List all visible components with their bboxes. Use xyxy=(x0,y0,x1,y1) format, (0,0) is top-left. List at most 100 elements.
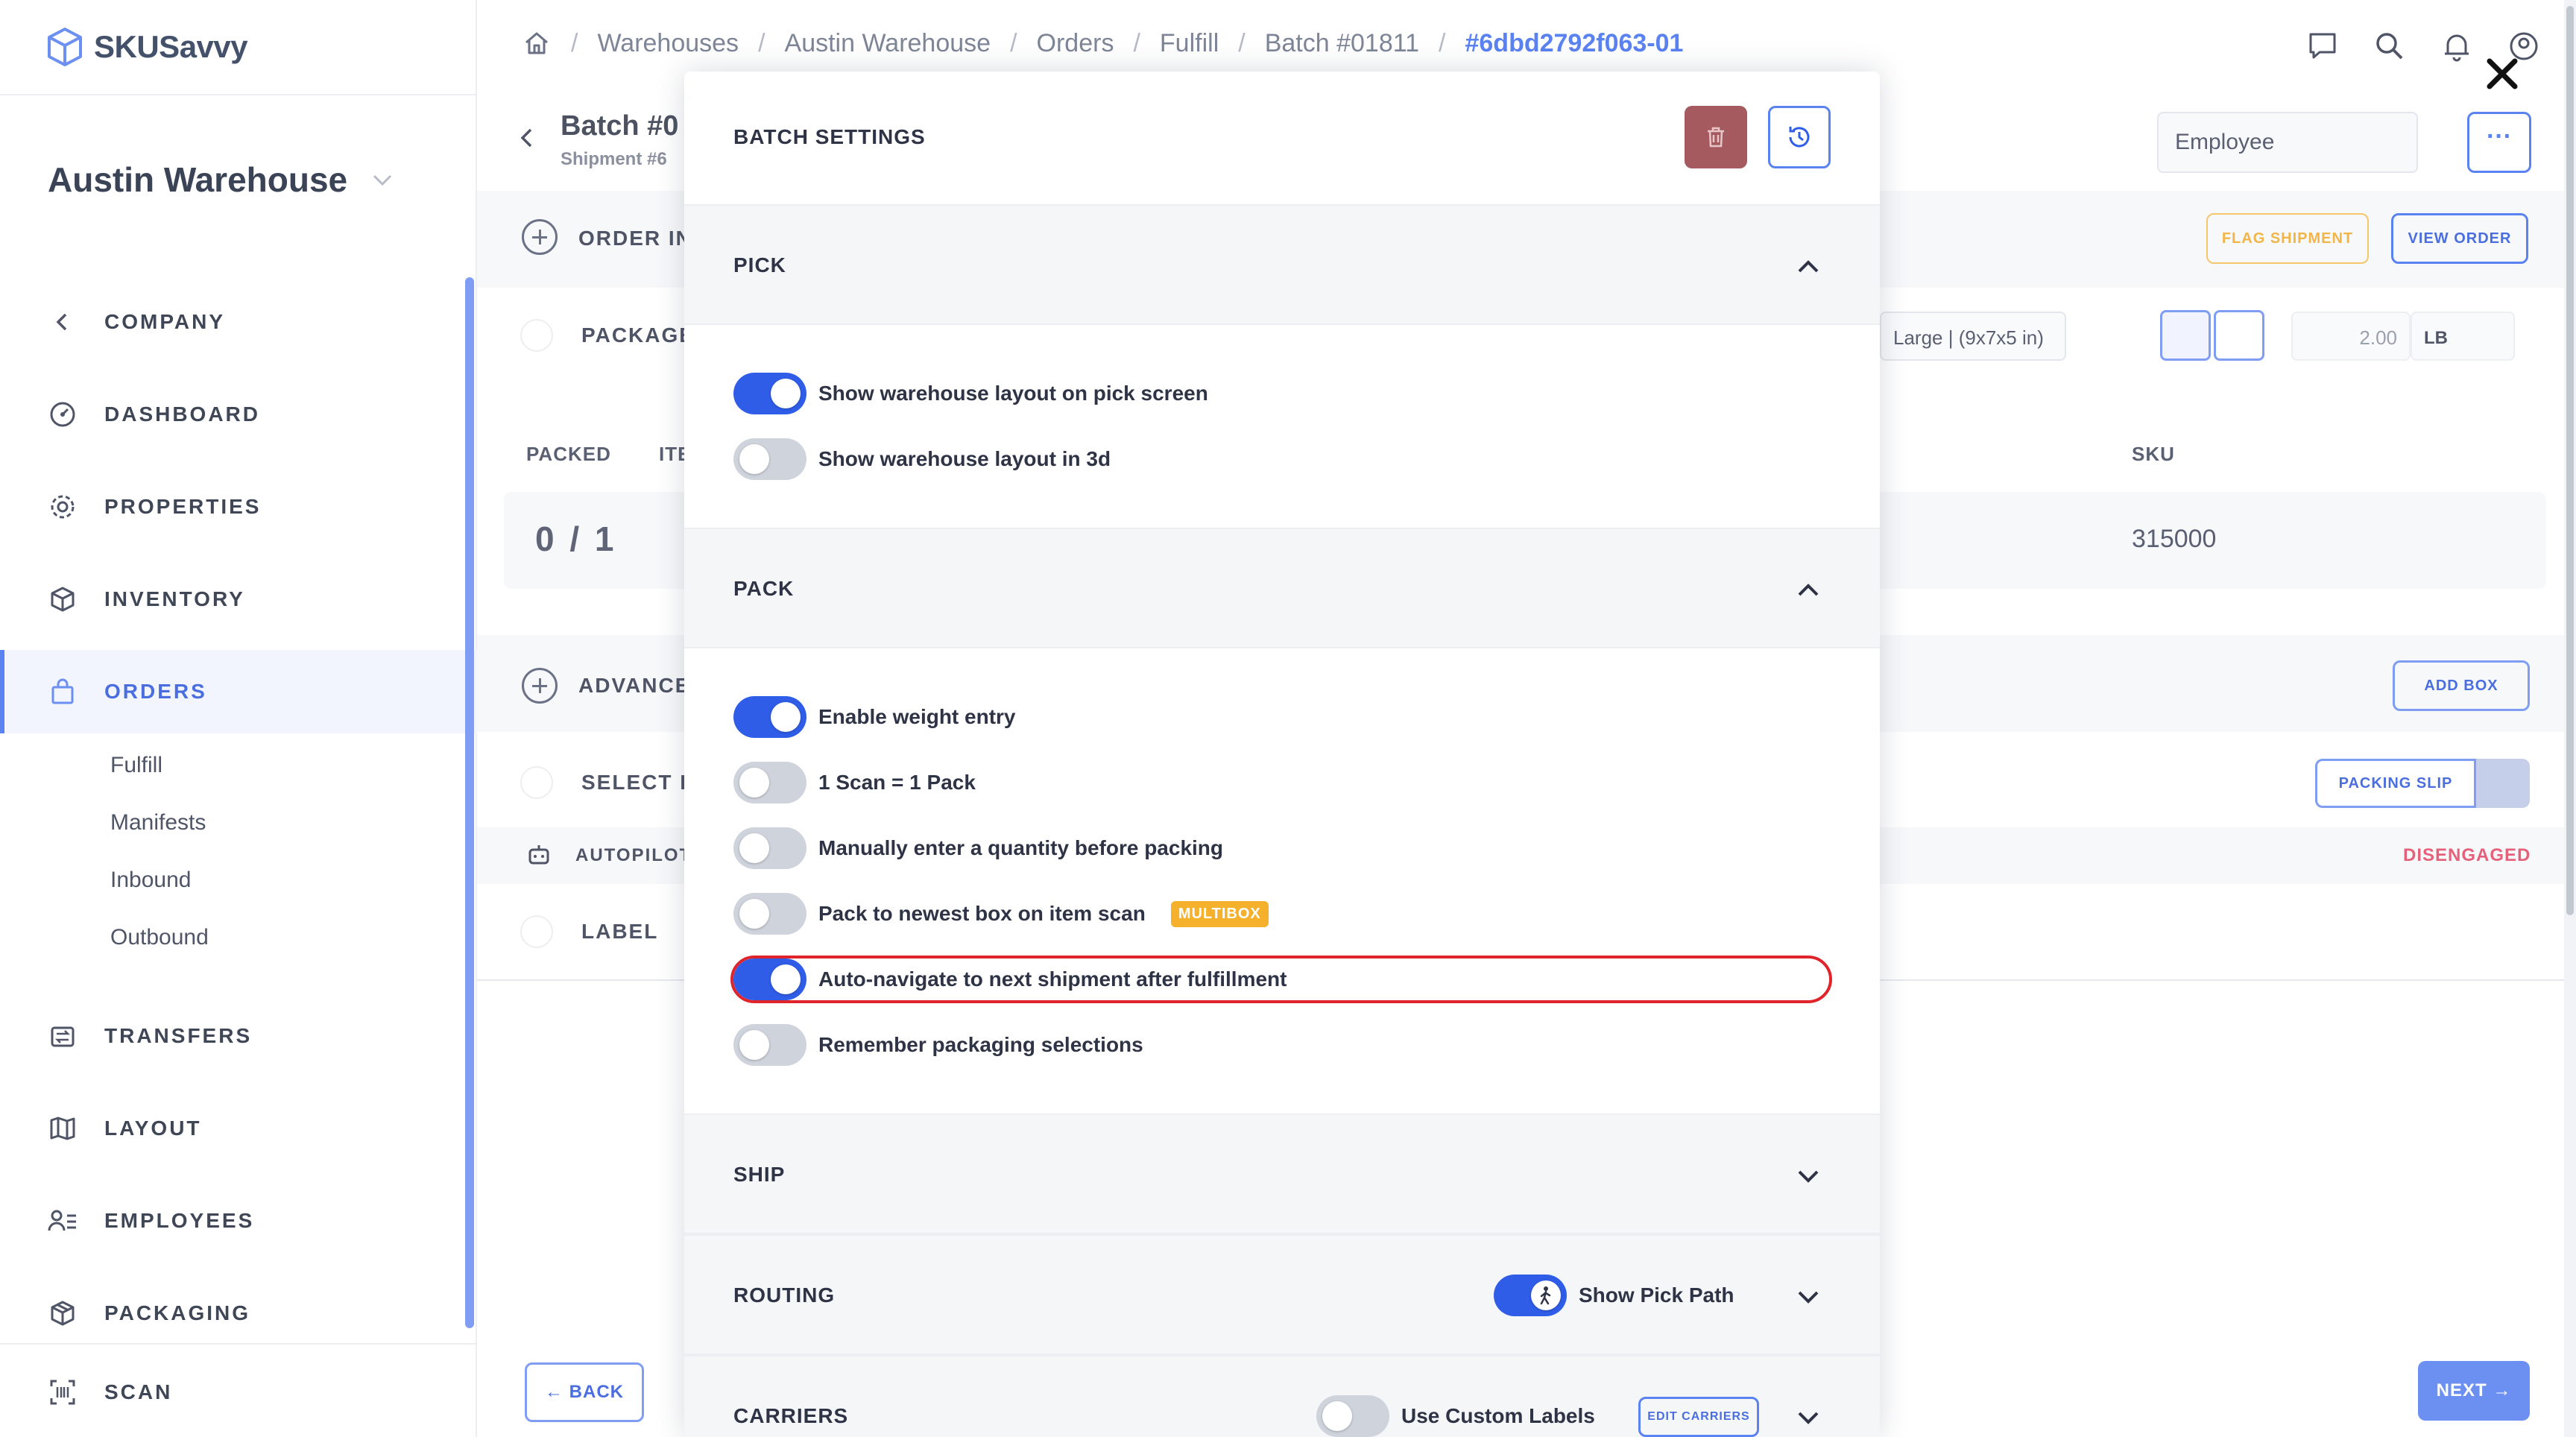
add-box-button[interactable]: ADD BOX xyxy=(2393,660,2530,711)
sidebar-item-orders[interactable]: ORDERS xyxy=(0,650,477,733)
toggle-row[interactable]: 1 Scan = 1 Pack xyxy=(733,760,976,805)
sidebar-item-employees[interactable]: EMPLOYEES xyxy=(0,1179,477,1263)
toggle-row[interactable]: Auto-navigate to next shipment after ful… xyxy=(733,957,1287,1002)
toggle-switch[interactable] xyxy=(733,893,806,935)
flag-shipment-button[interactable]: FLAG SHIPMENT xyxy=(2206,213,2369,264)
main-scrollbar[interactable] xyxy=(2564,0,2576,1437)
breadcrumb-warehouses[interactable]: Warehouses xyxy=(597,29,739,58)
trash-icon xyxy=(1708,127,1724,148)
toggle-switch[interactable] xyxy=(733,827,806,869)
chat-icon[interactable] xyxy=(2306,30,2339,63)
sidebar-item-properties[interactable]: PROPERTIES xyxy=(0,465,477,549)
toggle-row[interactable]: Pack to newest box on item scan MULTIBOX xyxy=(733,891,1269,936)
packed-count: 0 / 1 xyxy=(535,519,617,558)
layout-grid-icon[interactable] xyxy=(2214,310,2264,361)
add-package-icon[interactable] xyxy=(2160,310,2211,361)
advanced-label: ADVANCE xyxy=(578,674,691,697)
breadcrumb-warehouse[interactable]: Austin Warehouse xyxy=(785,29,991,58)
toggle-switch[interactable] xyxy=(733,1024,806,1066)
home-icon[interactable] xyxy=(522,28,552,58)
toggle-row[interactable]: Show warehouse layout in 3d xyxy=(733,437,1111,481)
sidebar-subitem-manifests[interactable]: Manifests xyxy=(110,810,206,836)
custom-labels-toggle[interactable]: Use Custom Labels xyxy=(1316,1395,1595,1437)
section-ship-header[interactable]: SHIP xyxy=(684,1114,1880,1234)
box-icon xyxy=(48,584,78,614)
print-icon[interactable] xyxy=(2476,759,2530,808)
toggle-row[interactable]: Remember packaging selections xyxy=(733,1023,1143,1067)
close-icon[interactable] xyxy=(2482,54,2522,94)
section-title: CARRIERS xyxy=(733,1404,849,1427)
toggle-row[interactable]: Enable weight entry xyxy=(733,695,1016,739)
breadcrumb-batch[interactable]: Batch #01811 xyxy=(1265,29,1419,58)
sidebar-scrollbar[interactable] xyxy=(465,277,474,1328)
breadcrumb-fulfill[interactable]: Fulfill xyxy=(1160,29,1219,58)
toggle-label: 1 Scan = 1 Pack xyxy=(818,771,976,794)
section-pick-header[interactable]: PICK xyxy=(684,204,1880,325)
next-button[interactable]: NEXT → xyxy=(2418,1361,2530,1421)
back-arrow-icon[interactable] xyxy=(516,127,538,149)
view-order-button[interactable]: VIEW ORDER xyxy=(2391,213,2528,264)
toggle-switch[interactable] xyxy=(1494,1275,1567,1316)
sidebar-item-label: TRANSFERS xyxy=(104,1024,253,1047)
toggle-switch[interactable] xyxy=(733,438,806,480)
toggle-row[interactable]: Show warehouse layout on pick screen xyxy=(733,371,1208,416)
sidebar-item-label: DASHBOARD xyxy=(104,402,260,426)
breadcrumb-separator: / xyxy=(758,28,765,57)
toggle-knob xyxy=(739,768,769,798)
chevron-down-icon xyxy=(1798,1412,1819,1424)
package-radio[interactable] xyxy=(520,319,553,352)
section-title: SHIP xyxy=(733,1163,786,1186)
section-pack-header[interactable]: PACK xyxy=(684,528,1880,648)
delete-button[interactable] xyxy=(1685,106,1747,168)
section-title: PACK xyxy=(733,577,795,600)
more-button[interactable]: ··· xyxy=(2467,112,2531,173)
breadcrumb: / Warehouses / Austin Warehouse / Orders… xyxy=(522,28,1683,58)
shipment-subtitle: Shipment #6 xyxy=(561,149,667,169)
sidebar-item-scan[interactable]: SCAN xyxy=(0,1351,477,1434)
sidebar-item-label: COMPANY xyxy=(104,310,226,333)
toggle-switch[interactable] xyxy=(733,696,806,738)
sidebar-item-dashboard[interactable]: DASHBOARD xyxy=(0,373,477,456)
label-radio[interactable] xyxy=(520,915,553,948)
toggle-switch[interactable] xyxy=(1316,1395,1389,1437)
sidebar-item-inventory[interactable]: INVENTORY xyxy=(0,558,477,641)
edit-carriers-button[interactable]: EDIT CARRIERS xyxy=(1638,1397,1759,1437)
toggle-knob xyxy=(1322,1401,1352,1431)
bell-icon[interactable] xyxy=(2440,30,2473,63)
employee-select[interactable]: Employee xyxy=(2157,112,2418,173)
sidebar-subitem-fulfill[interactable]: Fulfill xyxy=(110,753,162,778)
gear-icon xyxy=(48,492,78,522)
warehouse-selector[interactable]: Austin Warehouse xyxy=(48,160,395,200)
employees-icon xyxy=(48,1206,78,1236)
history-button[interactable] xyxy=(1768,106,1831,168)
chevron-down-icon xyxy=(373,174,392,186)
select-rate-radio[interactable] xyxy=(520,766,553,799)
toggle-row[interactable]: Manually enter a quantity before packing xyxy=(733,826,1223,871)
toggle-switch[interactable] xyxy=(733,373,806,414)
sidebar-item-layout[interactable]: LAYOUT xyxy=(0,1087,477,1170)
toggle-switch[interactable] xyxy=(733,762,806,803)
back-label: BACK xyxy=(569,1382,624,1402)
back-button[interactable]: ← BACK xyxy=(525,1362,644,1422)
box-select[interactable]: Large | (9x7x5 in) xyxy=(1880,312,2066,361)
brand-logo[interactable]: SKUSavvy xyxy=(46,27,248,67)
sidebar-item-transfers[interactable]: TRANSFERS xyxy=(0,994,477,1078)
sidebar-item-company[interactable]: COMPANY xyxy=(0,280,477,364)
breadcrumb-orders[interactable]: Orders xyxy=(1037,29,1114,58)
sidebar: SKUSavvy Austin Warehouse COMPANY DASHBO… xyxy=(0,0,477,1437)
packed-header: PACKED xyxy=(526,443,611,465)
weight-unit-select[interactable]: LB xyxy=(2411,312,2515,361)
pick-path-toggle[interactable]: Show Pick Path xyxy=(1494,1275,1734,1316)
toggle-switch[interactable] xyxy=(733,958,806,1000)
sku-value: 315000 xyxy=(2132,525,2217,553)
search-icon[interactable] xyxy=(2373,30,2406,63)
robot-icon xyxy=(528,845,549,865)
breadcrumb-separator: / xyxy=(571,28,578,57)
plus-icon[interactable] xyxy=(522,219,558,255)
sidebar-subitem-outbound[interactable]: Outbound xyxy=(110,925,209,950)
packing-slip-button[interactable]: PACKING SLIP xyxy=(2315,759,2476,808)
plus-icon[interactable] xyxy=(522,668,558,704)
sidebar-subitem-inbound[interactable]: Inbound xyxy=(110,868,191,893)
sku-header: SKU xyxy=(2132,443,2175,465)
weight-input[interactable]: 2.00 xyxy=(2291,312,2411,361)
